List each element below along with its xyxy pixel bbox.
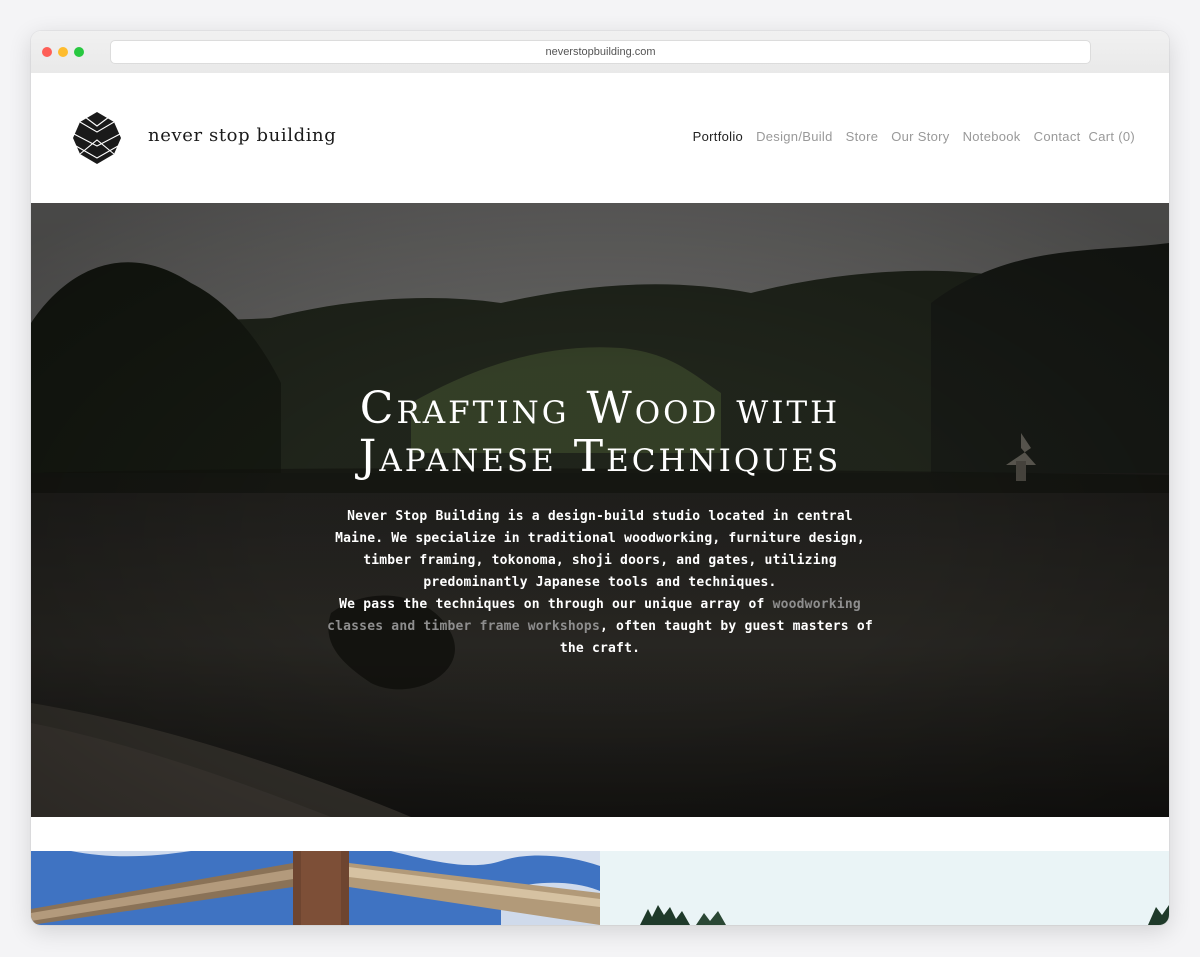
portfolio-thumbnail-timber-frame[interactable]: [31, 851, 600, 925]
nav-item-notebook[interactable]: Notebook: [963, 129, 1021, 144]
portfolio-thumbnail-garden[interactable]: [600, 851, 1169, 925]
maximize-window-button[interactable]: [74, 47, 84, 57]
nav-item-contact[interactable]: Contact: [1034, 129, 1081, 144]
hero-paragraph-2-text: We pass the techniques on through our un…: [339, 597, 773, 612]
pinecone-logo-icon[interactable]: [71, 110, 123, 166]
nav-item-our-story[interactable]: Our Story: [891, 129, 949, 144]
minimize-window-button[interactable]: [58, 47, 68, 57]
address-bar[interactable]: neverstopbuilding.com: [110, 40, 1091, 64]
site-header: never stop building Portfolio Design/Bui…: [31, 73, 1169, 203]
main-nav: Portfolio Design/Build Store Our Story N…: [693, 129, 1135, 144]
hero-description: Never Stop Building is a design-build st…: [320, 506, 880, 660]
browser-window: neverstopbuilding.com never stop buildin…: [31, 31, 1169, 925]
hero-title-line-2: Japanese Techniques: [358, 431, 842, 482]
hero-title: Crafting Wood with Japanese Techniques: [31, 385, 1169, 481]
nav-item-design-build[interactable]: Design/Build: [756, 129, 833, 144]
section-spacer: [31, 817, 1169, 851]
nav-item-store[interactable]: Store: [846, 129, 879, 144]
hero-paragraph-2-tail: , often taught by guest masters of the c…: [559, 619, 873, 656]
browser-titlebar: neverstopbuilding.com: [31, 31, 1169, 74]
hero-paragraph-2: We pass the techniques on through our un…: [320, 594, 880, 660]
hero-paragraph-1: Never Stop Building is a design-build st…: [335, 509, 865, 590]
garden-image: [600, 851, 1169, 925]
nav-item-portfolio[interactable]: Portfolio: [693, 129, 743, 144]
cart-link[interactable]: Cart (0): [1089, 129, 1135, 144]
hero-title-line-1: Crafting Wood with: [359, 383, 841, 434]
hero-section: Crafting Wood with Japanese Techniques N…: [31, 203, 1169, 817]
close-window-button[interactable]: [42, 47, 52, 57]
timber-frame-image: [31, 851, 600, 925]
site-title[interactable]: never stop building: [148, 125, 336, 146]
